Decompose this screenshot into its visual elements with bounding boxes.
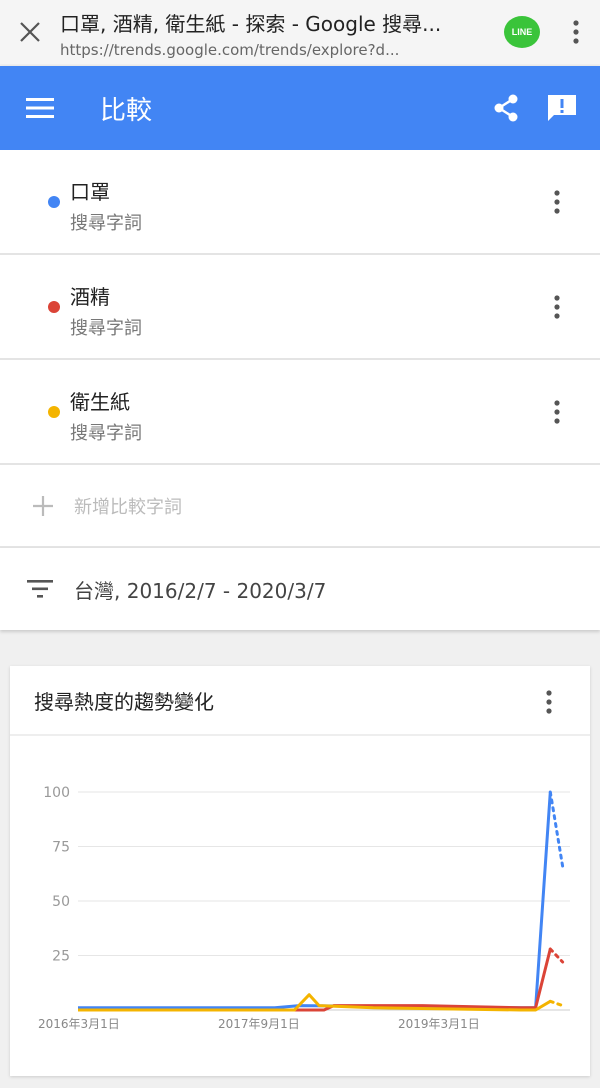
trend-chart[interactable]: 100 75 50 25 2016年3月1日 2017年9月1日 2019年3月1日 <box>10 738 590 1076</box>
share-icon <box>494 94 518 122</box>
term-type: 搜尋字詞 <box>70 213 142 234</box>
page-title: 口罩, 酒精, 衛生紙 - 探索 - Google 搜尋... <box>60 11 442 36</box>
term-color-dot <box>48 406 60 418</box>
y-tick-label: 25 <box>52 949 70 965</box>
more-vertical-icon <box>546 690 552 714</box>
close-tab-button[interactable] <box>0 0 60 64</box>
share-button[interactable] <box>478 66 534 150</box>
more-vertical-icon <box>554 400 560 424</box>
feedback-button[interactable] <box>534 66 590 150</box>
term-text: 口罩 搜尋字詞 <box>70 176 142 235</box>
x-tick-label: 2017年9月1日 <box>218 1017 300 1031</box>
term-more-button[interactable] <box>542 394 572 430</box>
address-block[interactable]: 口罩, 酒精, 衛生紙 - 探索 - Google 搜尋... https://… <box>60 6 492 59</box>
term-type: 搜尋字詞 <box>70 318 142 339</box>
term-text: 衛生紙 搜尋字詞 <box>70 386 142 445</box>
filter-label: 台灣, 2016/2/7 - 2020/3/7 <box>74 578 327 603</box>
term-name: 酒精 <box>70 285 110 309</box>
browser-bar: 口罩, 酒精, 衛生紙 - 探索 - Google 搜尋... https://… <box>0 0 600 64</box>
trend-chart-svg: 100 75 50 25 2016年3月1日 2017年9月1日 2019年3月1日 <box>38 785 570 1031</box>
app-title: 比較 <box>100 95 153 126</box>
more-vertical-icon <box>554 190 560 214</box>
filter-row[interactable]: 台灣, 2016/2/7 - 2020/3/7 <box>0 548 600 630</box>
app-bar: 比較 <box>0 66 600 150</box>
term-row[interactable]: 酒精 搜尋字詞 <box>0 255 600 360</box>
comparison-term-list: 口罩 搜尋字詞 酒精 搜尋字詞 衛生紙 搜尋字詞 新增比較字詞 台灣, 2016… <box>0 150 600 630</box>
term-more-button[interactable] <box>542 184 572 220</box>
term-text: 酒精 搜尋字詞 <box>70 281 142 340</box>
hamburger-icon <box>26 98 54 118</box>
feedback-icon <box>548 95 576 121</box>
y-tick-label: 75 <box>52 840 70 856</box>
interest-over-time-card: 搜尋熱度的趨勢變化 100 75 50 25 2016年3月1日 2017年9月1日 201… <box>10 666 590 1076</box>
close-icon <box>20 22 40 42</box>
card-more-button[interactable] <box>534 684 564 720</box>
series-partial-line <box>548 790 565 868</box>
term-type: 搜尋字詞 <box>70 423 142 444</box>
x-tick-label: 2019年3月1日 <box>398 1017 480 1031</box>
more-vertical-icon <box>573 20 579 44</box>
line-share-button[interactable]: LINE <box>492 0 552 64</box>
x-tick-label: 2016年3月1日 <box>38 1017 120 1031</box>
term-row[interactable]: 口罩 搜尋字詞 <box>0 150 600 255</box>
term-more-button[interactable] <box>542 289 572 325</box>
more-vertical-icon <box>554 295 560 319</box>
series-line <box>78 791 552 1010</box>
y-tick-label: 50 <box>52 894 70 910</box>
add-term-button[interactable]: 新增比較字詞 <box>0 465 600 548</box>
line-icon: LINE <box>504 16 540 48</box>
term-row[interactable]: 衛生紙 搜尋字詞 <box>0 360 600 465</box>
page-url: https://trends.google.com/trends/explore… <box>60 40 400 59</box>
filter-icon <box>20 580 60 598</box>
y-tick-label: 100 <box>43 785 70 801</box>
card-header: 搜尋熱度的趨勢變化 <box>10 666 590 736</box>
term-name: 衛生紙 <box>70 390 130 414</box>
card-title: 搜尋熱度的趨勢變化 <box>34 689 214 714</box>
term-name: 口罩 <box>70 180 110 204</box>
menu-button[interactable] <box>0 66 80 150</box>
term-color-dot <box>48 196 60 208</box>
add-term-label: 新增比較字詞 <box>74 496 182 518</box>
plus-icon <box>24 495 62 517</box>
series-partial-line <box>548 999 565 1008</box>
browser-menu-button[interactable] <box>552 0 600 64</box>
term-color-dot <box>48 301 60 313</box>
